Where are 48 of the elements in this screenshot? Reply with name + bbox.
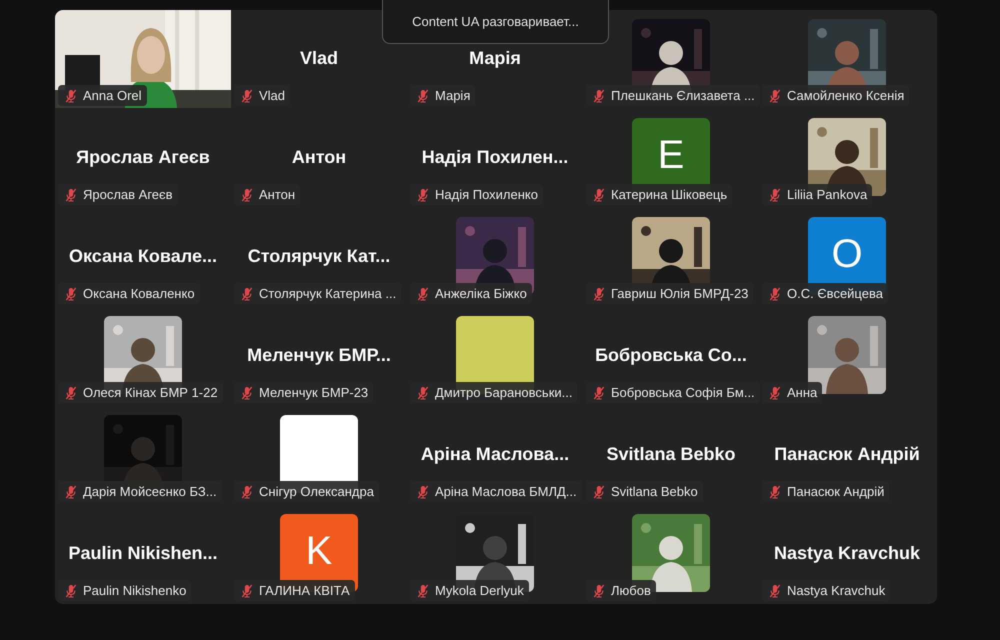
participant-label: Олеся Кінах БМР 1-22 bbox=[83, 385, 218, 400]
participant-name: Svitlana Bebko bbox=[606, 444, 736, 465]
participant-label: Оксана Коваленко bbox=[83, 286, 195, 301]
participant-label: Svitlana Bebko bbox=[611, 484, 698, 499]
participant-label: Mykola Derlyuk bbox=[435, 583, 524, 598]
participant-name: Панасюк Андрій bbox=[774, 444, 920, 465]
participant-label: ГАЛИНА КВІТА bbox=[259, 583, 350, 598]
participant-label: Катерина Шіковець bbox=[611, 187, 728, 202]
participant-name: Надія Похилен... bbox=[422, 147, 568, 168]
participant-label: Столярчук Катерина ... bbox=[259, 286, 396, 301]
participant-label: Надія Похиленко bbox=[435, 187, 538, 202]
participant-name: Меленчук БМР... bbox=[247, 345, 391, 366]
participant-label: Самойленко Ксенія bbox=[787, 88, 904, 103]
participant-label: Vlad bbox=[259, 88, 286, 103]
participant-label: Дмитро Барановськи... bbox=[435, 385, 572, 400]
participant-label: Антон bbox=[259, 187, 296, 202]
participant-label: Меленчук БМР-23 bbox=[259, 385, 368, 400]
participant-name: Nastya Kravchuk bbox=[774, 543, 920, 564]
participant-label: Плешкань Єлизавета ... bbox=[611, 88, 755, 103]
participant-label: Nastya Kravchuk bbox=[787, 583, 886, 598]
participant-label: Панасюк Андрій bbox=[787, 484, 884, 499]
participant-label: Liliia Pankova bbox=[787, 187, 868, 202]
participant-name: Антон bbox=[292, 147, 346, 168]
participant-label: Любов bbox=[611, 583, 651, 598]
participant-name: Аріна Маслова... bbox=[420, 444, 570, 465]
participant-label: Марія bbox=[435, 88, 470, 103]
participant-label: Paulin Nikishenko bbox=[83, 583, 186, 598]
participant-name: Столярчук Кат... bbox=[248, 246, 390, 267]
participant-label: Дарія Мойсеєнко БЗ... bbox=[83, 484, 217, 499]
participant-name: Ярослав Агеєв bbox=[76, 147, 210, 168]
participant-label: Гавриш Юлія БМРД-23 bbox=[611, 286, 748, 301]
participant-name: Paulin Nikishen... bbox=[68, 543, 218, 564]
participant-label: Снігур Олександра bbox=[259, 484, 374, 499]
avatar-initial: K bbox=[306, 531, 332, 571]
participant-label: Бобровська Софія Бм... bbox=[611, 385, 755, 400]
participant-label: Анна bbox=[787, 385, 818, 400]
avatar-initial: E bbox=[658, 135, 684, 175]
participant-label: Анжеліка Біжко bbox=[435, 286, 527, 301]
participant-name: Марія bbox=[469, 48, 521, 69]
participant-label: Ярослав Агеєв bbox=[83, 187, 173, 202]
participant-name: Бобровська Со... bbox=[595, 345, 747, 366]
participant-label: Anna Orel bbox=[83, 88, 142, 103]
participant-label: О.С. Євсейцева bbox=[787, 286, 883, 301]
avatar-initial: O bbox=[831, 234, 863, 274]
participant-name: Vlad bbox=[300, 48, 338, 69]
participant-label: Аріна Маслова БМЛД... bbox=[435, 484, 577, 499]
speaker-banner: Content UA разговаривает... bbox=[382, 0, 609, 44]
participant-name: Оксана Ковале... bbox=[69, 246, 217, 267]
